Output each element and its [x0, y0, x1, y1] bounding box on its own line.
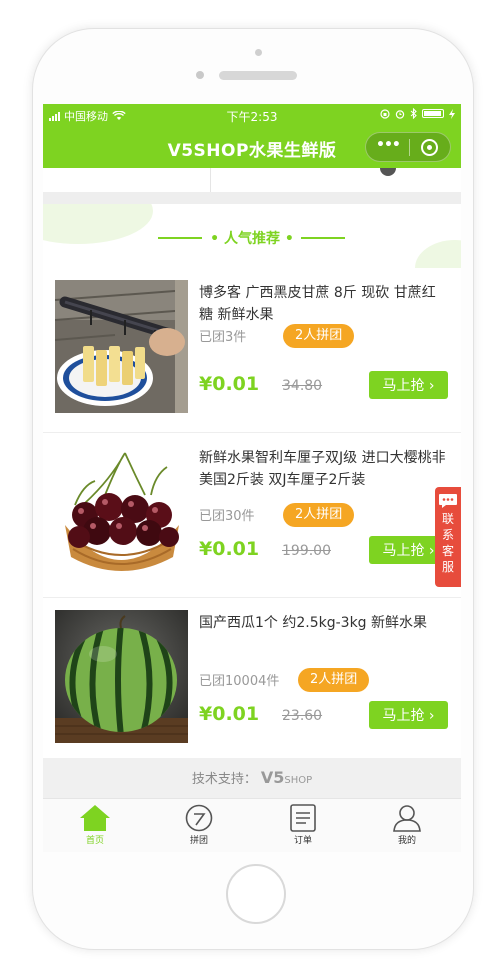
order-icon — [290, 804, 316, 832]
group-badge: 2人拼团 — [283, 324, 355, 348]
sold-count: 已团10004件 — [199, 674, 280, 689]
sold-count: 已团30件 — [199, 509, 255, 524]
tab-bar: 首页 拼团 订单 我的 — [43, 798, 461, 852]
more-icon[interactable]: ••• — [376, 137, 401, 153]
battery-icon — [422, 109, 444, 118]
tab-label: 订单 — [293, 836, 312, 846]
popular-section-header: • 人气推荐 • — [43, 204, 461, 268]
previous-section-stub — [43, 168, 461, 192]
original-price: 34.80 — [282, 378, 323, 394]
product-price: ¥0.01 — [199, 538, 260, 560]
decor-blob — [415, 240, 461, 268]
title-line-right — [301, 237, 345, 239]
proximity-sensor — [196, 71, 204, 79]
product-card[interactable]: 国产西瓜1个 约2.5kg-3kg 新鲜水果 已团10004件 2人拼团 ¥0.… — [43, 598, 461, 763]
product-name[interactable]: 国产西瓜1个 约2.5kg-3kg 新鲜水果 — [199, 612, 449, 634]
home-hardware-button[interactable] — [226, 864, 286, 924]
support-label: 技术支持： — [191, 772, 257, 787]
home-icon — [80, 805, 110, 831]
tab-home[interactable]: 首页 — [43, 799, 147, 852]
charging-icon — [449, 108, 455, 119]
buy-now-button[interactable]: 马上抢 › — [369, 701, 448, 729]
tab-orders[interactable]: 订单 — [251, 799, 355, 852]
group-badge: 2人拼团 — [298, 668, 370, 692]
title-line-left — [158, 237, 202, 239]
group-icon — [185, 804, 213, 832]
lock-rotation-icon — [380, 108, 390, 119]
group-badge: 2人拼团 — [283, 503, 355, 527]
cherries-photo[interactable] — [55, 445, 188, 578]
status-bar: 中国移动 下午2:53 — [43, 104, 461, 126]
tab-label: 我的 — [397, 836, 416, 846]
nav-bar: V5SHOP水果生鲜版 ••• — [43, 126, 461, 168]
product-card[interactable]: 新鲜水果智利车厘子双J级 进口大樱桃非美国2斤装 双J车厘子2斤装 已团30件 … — [43, 433, 461, 598]
bluetooth-icon — [410, 108, 417, 119]
tab-label: 拼团 — [189, 836, 208, 846]
product-name[interactable]: 博多客 广西黑皮甘蔗 8斤 现砍 甘蔗红糖 新鲜水果 — [199, 282, 449, 326]
chat-icon — [439, 494, 457, 508]
contact-label: 联系客服 — [441, 512, 454, 574]
user-icon — [393, 805, 421, 832]
stub-divider — [210, 168, 211, 192]
earpiece-speaker — [219, 71, 297, 80]
brand-logo: V5SHOP — [260, 768, 313, 787]
tab-profile[interactable]: 我的 — [355, 799, 459, 852]
contact-service-button[interactable]: 联系客服 — [435, 487, 461, 587]
product-name[interactable]: 新鲜水果智利车厘子双J级 进口大樱桃非美国2斤装 双J车厘子2斤装 — [199, 447, 449, 491]
tab-label: 首页 — [85, 836, 104, 846]
watermelon-photo[interactable] — [55, 610, 188, 743]
tech-support-footer: 技术支持： V5SHOP — [43, 758, 461, 798]
product-price: ¥0.01 — [199, 703, 260, 725]
original-price: 199.00 — [282, 543, 331, 559]
stub-image-fragment — [380, 168, 396, 176]
buy-now-button[interactable]: 马上抢 › — [369, 371, 448, 399]
section-gap — [43, 192, 461, 204]
decor-blob — [43, 204, 153, 244]
capsule-divider — [409, 139, 410, 156]
front-camera — [255, 49, 262, 56]
app-screen: 中国移动 下午2:53 V5SHOP水果生鲜版 ••• • 人气推荐 • 博多客… — [43, 104, 461, 852]
tab-group[interactable]: 拼团 — [147, 799, 251, 852]
section-title: • 人气推荐 • — [210, 231, 294, 247]
sold-count: 已团3件 — [199, 330, 247, 345]
main-content: • 人气推荐 • 博多客 广西黑皮甘蔗 8斤 现砍 甘蔗红糖 新鲜水果 已团3件… — [43, 168, 461, 798]
product-price: ¥0.01 — [199, 373, 260, 395]
product-card[interactable]: 博多客 广西黑皮甘蔗 8斤 现砍 甘蔗红糖 新鲜水果 已团3件 2人拼团 ¥0.… — [43, 268, 461, 433]
alarm-icon — [395, 109, 405, 119]
close-miniprogram-icon[interactable] — [421, 139, 438, 156]
original-price: 23.60 — [282, 708, 323, 724]
sugarcane-photo[interactable] — [55, 280, 188, 413]
miniprogram-capsule[interactable]: ••• — [365, 132, 451, 162]
